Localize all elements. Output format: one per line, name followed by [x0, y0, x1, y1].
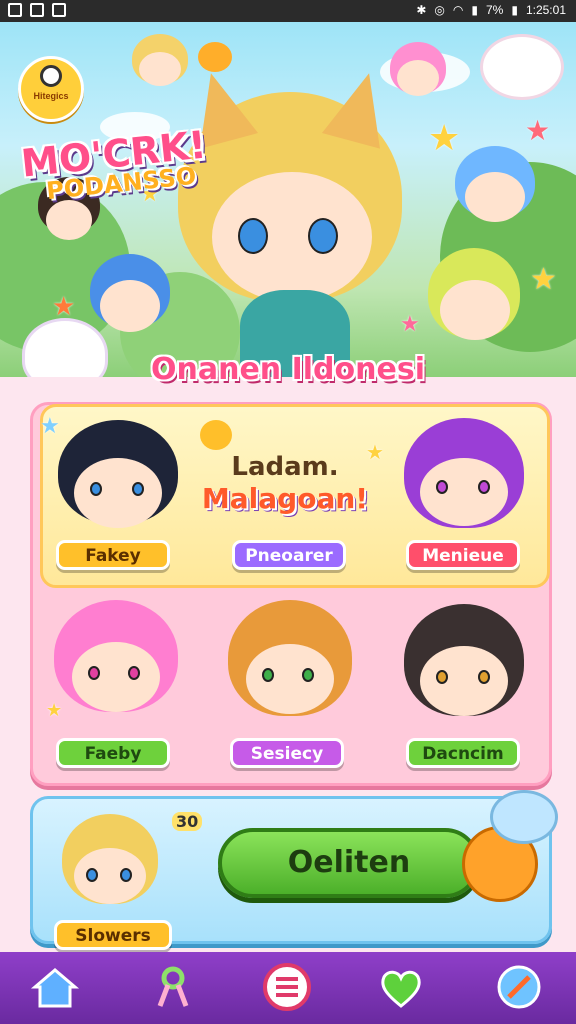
character-name-button[interactable]: Dacncim: [406, 738, 520, 768]
compass-icon[interactable]: [492, 960, 546, 1014]
character-name-button[interactable]: Pneoarer: [232, 540, 346, 570]
status-bar: ✱ ◎ ◠ ▮ 7% ▮ 1:25:01: [0, 0, 576, 22]
ghost-mascot: [490, 790, 558, 844]
character-card[interactable]: [54, 600, 178, 718]
star-icon: ★: [40, 414, 60, 439]
character-name-button[interactable]: Sesiecy: [230, 738, 344, 768]
star-icon: ★: [52, 292, 76, 322]
battery-icon: ▮: [511, 3, 518, 17]
notification-icon: [8, 3, 22, 17]
ghost-mascot: [480, 34, 564, 100]
clock: 1:25:01: [525, 3, 566, 17]
star-icon: ★: [428, 118, 461, 159]
section-title: Onanen Ildonesi: [151, 352, 425, 387]
play-button[interactable]: Oeliten: [218, 828, 480, 898]
player-name-button[interactable]: Slowers: [54, 920, 172, 950]
menu-icon[interactable]: [260, 960, 314, 1014]
star-icon: ★: [46, 700, 63, 721]
star-icon: ★: [400, 312, 420, 337]
character-card[interactable]: [404, 604, 524, 722]
featured-message: Ladam. Malagoan!: [201, 452, 369, 515]
star-icon: ★: [530, 262, 557, 297]
alarm-icon: ◎: [434, 3, 445, 17]
character-name-button[interactable]: Fakey: [56, 540, 170, 570]
image-icon: [30, 3, 44, 17]
studio-logo: Hitegics: [18, 56, 84, 122]
home-icon[interactable]: [28, 960, 82, 1014]
battery-percent: 7%: [486, 3, 504, 17]
pumpkin-icon: [198, 42, 232, 72]
level-badge: 30: [172, 812, 203, 831]
character-name-button[interactable]: Menieue: [406, 540, 520, 570]
player-avatar[interactable]: [62, 808, 158, 920]
character-name-button[interactable]: Faeby: [56, 738, 170, 768]
signal-icon: ▮: [471, 3, 478, 17]
image-icon: [52, 3, 66, 17]
star-icon: ★: [525, 114, 551, 147]
bluetooth-icon: ✱: [416, 3, 427, 17]
wifi-icon: ◠: [452, 3, 464, 17]
star-icon: ★: [366, 440, 384, 464]
character-card[interactable]: [58, 420, 178, 538]
hero-banner: ★ ★ ★ ★ ★ ★ Hitegics MO'CRK! PODANSSO: [0, 22, 576, 377]
pumpkin-icon: [200, 420, 232, 450]
heart-icon[interactable]: [374, 960, 428, 1014]
ribbon-icon[interactable]: [146, 960, 200, 1014]
character-card[interactable]: [404, 418, 524, 536]
character-card[interactable]: [228, 600, 352, 718]
